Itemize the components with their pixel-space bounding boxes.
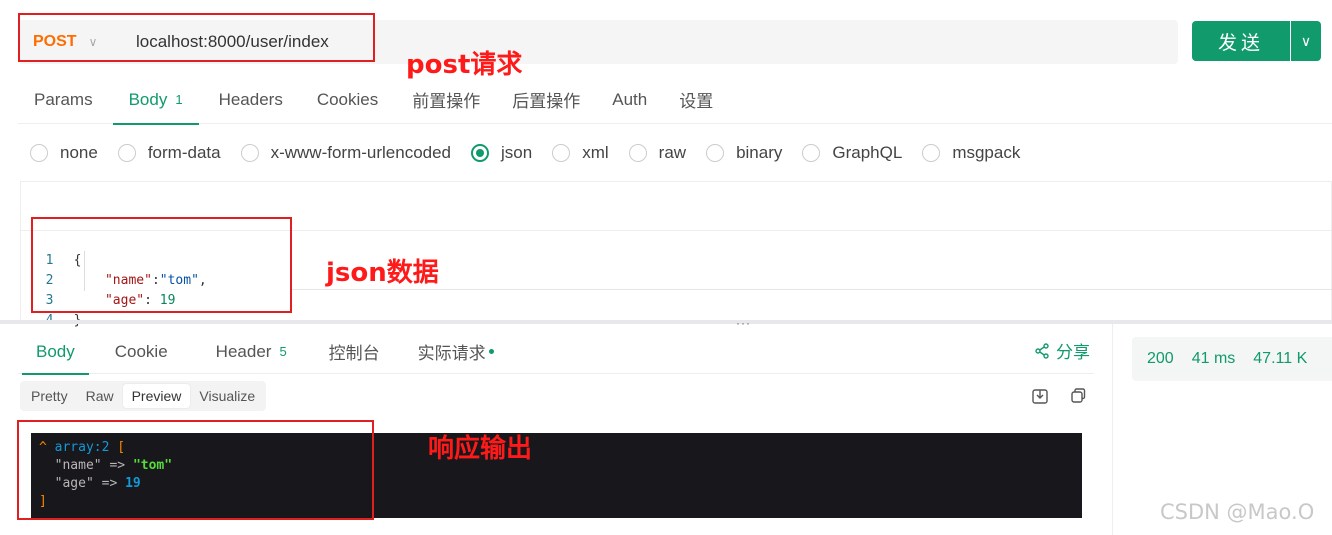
- tab-label: 控制台: [328, 344, 380, 363]
- annotation-box-json: [31, 217, 292, 313]
- tab-label: Auth: [612, 89, 648, 109]
- tab-label: Cookie: [114, 341, 168, 361]
- radio-circle: [117, 144, 136, 162]
- side-panel-border: [1112, 324, 1113, 535]
- tab-response-cookie[interactable]: Cookie: [97, 330, 186, 374]
- tab-label: Body: [128, 89, 168, 109]
- copy-icon[interactable]: [1069, 387, 1087, 410]
- radio-binary[interactable]: binary: [706, 143, 782, 163]
- tab-label: Body: [36, 341, 75, 361]
- tab-label: 设置: [679, 92, 714, 111]
- send-dropdown-button[interactable]: ∨: [1291, 21, 1321, 61]
- tab-response-header[interactable]: Header 5: [198, 330, 305, 374]
- radio-circle: [628, 144, 647, 162]
- tab-count: 5: [279, 344, 287, 359]
- radio-circle: [706, 144, 725, 162]
- radio-circle: [471, 144, 490, 162]
- view-pretty[interactable]: Pretty: [22, 384, 77, 408]
- editor-line-highlight: [290, 289, 1332, 290]
- response-stats: 200 41 ms 47.11 K: [1132, 337, 1332, 381]
- radio-label: form-data: [147, 143, 221, 162]
- radio-graphql[interactable]: GraphQL: [802, 143, 902, 163]
- tab-settings[interactable]: 设置: [663, 76, 729, 124]
- radio-label: none: [60, 143, 98, 162]
- radio-json[interactable]: json: [471, 143, 532, 163]
- radio-label: msgpack: [952, 143, 1021, 162]
- tab-label: Header: [215, 341, 272, 361]
- chevron-down-icon: ∨: [1300, 32, 1312, 49]
- response-tabs: Body Cookie Header 5 控制台 实际请求: [18, 330, 1094, 375]
- response-size: 47.11 K: [1253, 350, 1308, 367]
- annotation-box-response: [17, 420, 374, 520]
- radio-msgpack[interactable]: msgpack: [922, 143, 1020, 163]
- radio-circle: [552, 144, 571, 162]
- download-icon[interactable]: [1031, 387, 1049, 410]
- view-raw[interactable]: Raw: [77, 384, 123, 408]
- tab-cookies[interactable]: Cookies: [301, 76, 394, 124]
- tab-response-body[interactable]: Body: [18, 330, 93, 375]
- radio-form-data[interactable]: form-data: [117, 143, 221, 163]
- tab-label: Cookies: [316, 89, 379, 109]
- tab-params[interactable]: Params: [18, 76, 109, 124]
- share-icon: [1035, 342, 1049, 359]
- tab-pre-operations[interactable]: 前置操作: [396, 76, 496, 124]
- status-dot: [488, 349, 494, 354]
- tab-count: 1: [175, 92, 183, 107]
- radio-label: json: [501, 143, 533, 162]
- request-tabs: Params Body 1 Headers Cookies 前置操作 后置操作 A…: [18, 76, 1332, 125]
- tab-headers[interactable]: Headers: [203, 76, 299, 124]
- send-button[interactable]: 发送: [1192, 21, 1290, 61]
- radio-raw[interactable]: raw: [628, 143, 687, 163]
- radio-circle: [240, 144, 259, 162]
- tab-label: Params: [34, 89, 93, 109]
- tab-body[interactable]: Body 1: [112, 76, 199, 125]
- radio-label: x-www-form-urlencoded: [270, 143, 452, 162]
- annotation-box-request: [18, 13, 375, 62]
- annotation-json: json数据: [326, 258, 439, 288]
- status-code: 200: [1147, 350, 1174, 367]
- tab-auth[interactable]: Auth: [596, 76, 663, 124]
- radio-none[interactable]: none: [30, 143, 98, 163]
- watermark: CSDN @Mao.O: [1160, 500, 1315, 524]
- body-type-radios: none form-data x-www-form-urlencoded jso…: [30, 136, 1040, 170]
- view-visualize[interactable]: Visualize: [190, 384, 264, 408]
- radio-circle: [802, 144, 821, 162]
- share-label: 分享: [1056, 343, 1090, 362]
- radio-x-www-form-urlencoded[interactable]: x-www-form-urlencoded: [240, 143, 452, 163]
- radio-label: binary: [736, 143, 783, 162]
- radio-label: xml: [582, 143, 609, 162]
- tab-post-operations[interactable]: 后置操作: [496, 76, 596, 124]
- view-mode-switch: Pretty Raw Preview Visualize: [20, 381, 267, 411]
- resize-handle[interactable]: ···: [736, 316, 751, 330]
- tab-label: 后置操作: [512, 92, 581, 111]
- tab-console[interactable]: 控制台: [311, 330, 398, 374]
- radio-label: raw: [658, 143, 687, 162]
- radio-label: GraphQL: [832, 143, 903, 162]
- tab-label: 实际请求: [417, 344, 486, 363]
- tab-label: Headers: [218, 89, 283, 109]
- radio-xml[interactable]: xml: [552, 143, 609, 163]
- radio-circle: [922, 144, 941, 162]
- panel-divider[interactable]: [0, 320, 1332, 324]
- tab-actual-request[interactable]: 实际请求: [400, 330, 512, 374]
- annotation-response: 响应输出: [428, 434, 533, 464]
- radio-circle: [30, 144, 48, 162]
- view-preview[interactable]: Preview: [122, 384, 191, 408]
- tab-label: 前置操作: [412, 92, 481, 111]
- share-button[interactable]: 分享: [1034, 338, 1090, 363]
- response-time: 41 ms: [1191, 350, 1236, 367]
